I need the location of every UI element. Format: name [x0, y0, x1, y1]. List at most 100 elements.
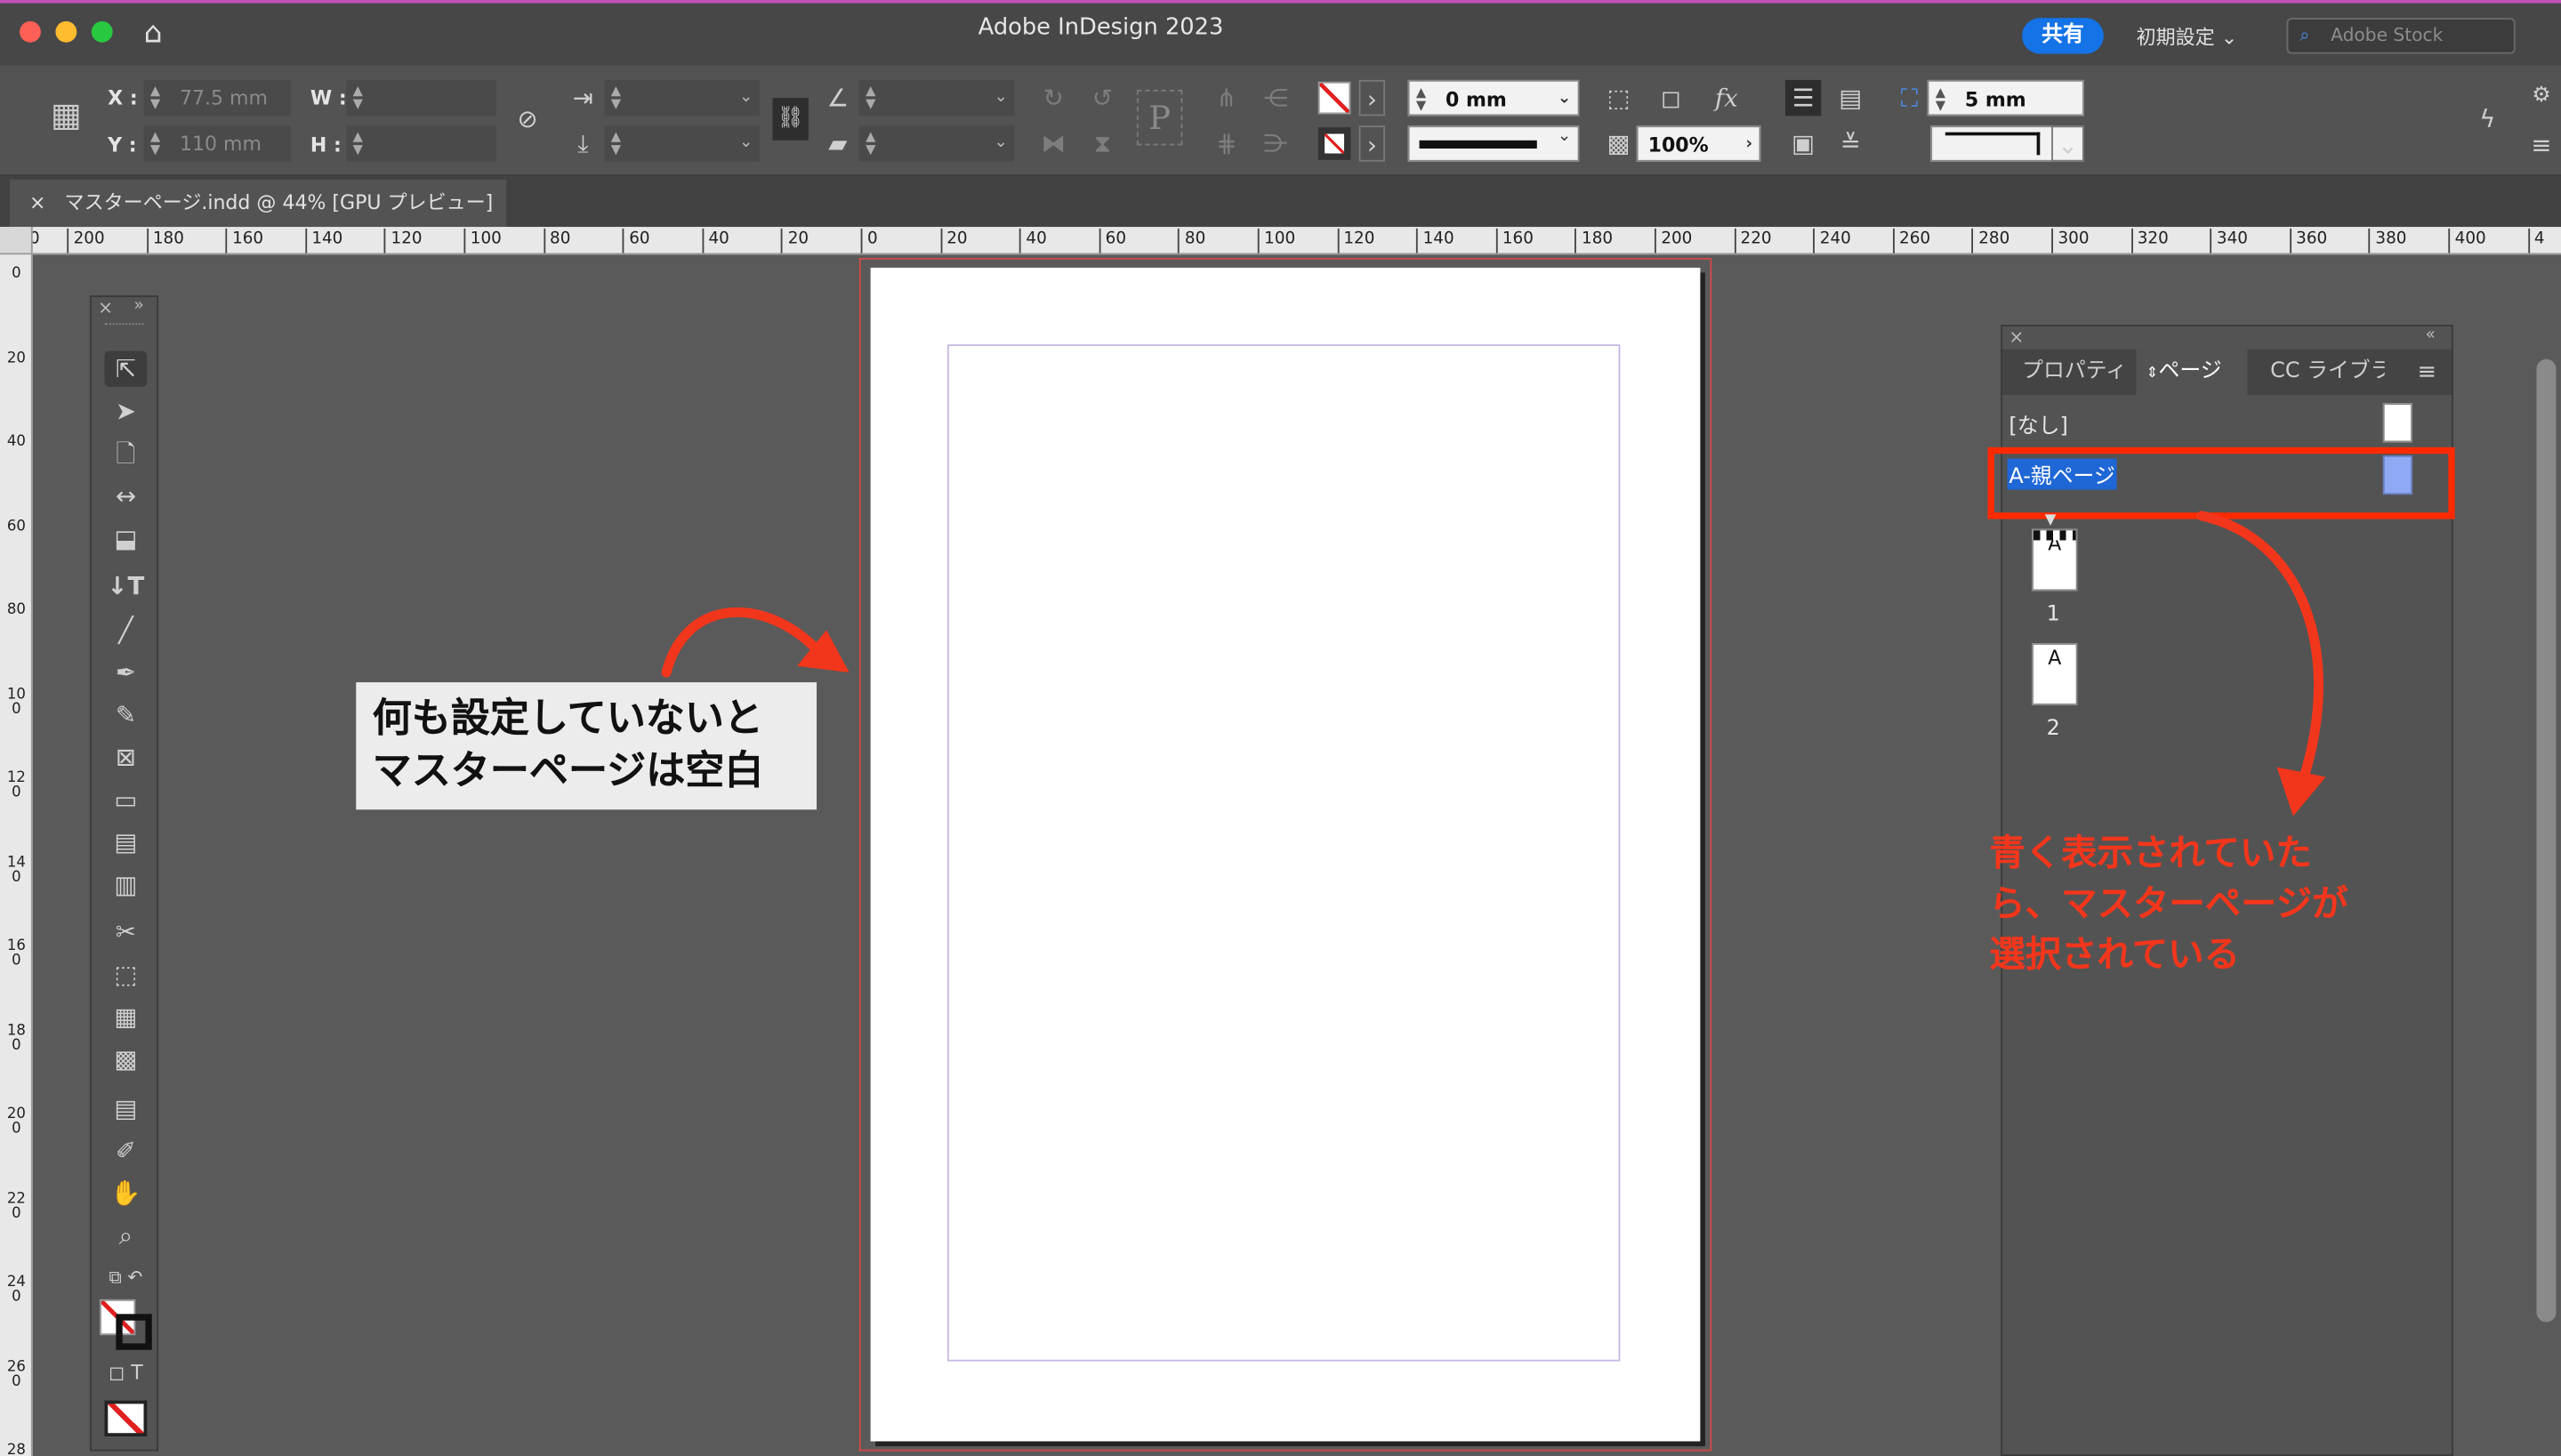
scale-x-field[interactable]: ▲ ▼ ⌄: [604, 79, 760, 117]
swap-fill-stroke-icon[interactable]: ⧉ ↶: [105, 1260, 148, 1296]
gap-tool-icon[interactable]: ↔: [105, 479, 148, 514]
select-container-icon[interactable]: ⋔: [1209, 80, 1244, 116]
rotate-cw-icon[interactable]: ↻: [1035, 80, 1071, 116]
panel-menu-icon[interactable]: ≡: [2524, 127, 2559, 163]
horizontal-grid-tool-icon[interactable]: ▤: [105, 825, 148, 860]
vertical-ruler[interactable]: 0 20 40 60 80 100 120 140 160 180 200 220 240 260 280: [0, 254, 33, 1456]
vertical-grid-tool-icon[interactable]: ▥: [105, 866, 148, 902]
opacity-icon: ▩: [1607, 128, 1631, 159]
line-tool-icon[interactable]: ╱: [105, 612, 148, 648]
effects-icon[interactable]: fx: [1709, 80, 1744, 116]
page-tool-icon[interactable]: 🗋: [105, 436, 148, 471]
ruler-origin[interactable]: [0, 227, 33, 255]
constrain-proportions-icon[interactable]: ⊘: [510, 101, 545, 137]
stroke-menu-arrow[interactable]: ›: [1358, 125, 1386, 162]
ruler-tick-label: 120: [384, 228, 423, 253]
page-thumb-2[interactable]: A: [2032, 643, 2078, 705]
gradient-swatch-tool-icon[interactable]: ▦: [105, 999, 148, 1034]
ruler-tick-label: 220: [1734, 228, 1772, 253]
close-icon[interactable]: ×: [98, 297, 113, 318]
chevron-down-icon: ⌄: [739, 88, 753, 107]
rotate-ccw-icon[interactable]: ↺: [1084, 80, 1120, 116]
rotate-field[interactable]: ▲ ▼ ⌄: [858, 79, 1015, 117]
free-transform-tool-icon[interactable]: ⬚: [105, 956, 148, 992]
stepper-icon: ⇕: [2146, 366, 2159, 382]
fill-menu-arrow[interactable]: ›: [1358, 79, 1386, 117]
close-icon[interactable]: ×: [2009, 326, 2024, 348]
rectangle-tool-icon[interactable]: ▭: [105, 782, 148, 817]
note-tool-icon[interactable]: ▤: [105, 1090, 148, 1126]
none-master-label[interactable]: [なし]: [2009, 408, 2067, 439]
w-field[interactable]: ▲ ▼: [346, 79, 497, 117]
frame-fitting-icon[interactable]: ⬚: [1600, 80, 1636, 116]
stroke-type-select[interactable]: ⌄: [1407, 125, 1580, 162]
flip-vertical-icon[interactable]: ⧗: [1084, 125, 1120, 161]
rectangle-frame-tool-icon[interactable]: ⊠: [105, 739, 148, 775]
collapse-icon[interactable]: «: [2426, 326, 2436, 344]
panel-tabs: プロパティ ⇕ページ CC ライブラ ≡: [2002, 349, 2452, 396]
scissors-tool-icon[interactable]: ✂: [105, 914, 148, 950]
panel-menu-icon[interactable]: ≡: [2417, 350, 2450, 395]
gradient-feather-tool-icon[interactable]: ▩: [105, 1042, 148, 1077]
chevron-down-icon[interactable]: ⌄: [2051, 125, 2084, 162]
stroke-line-preview: [1419, 140, 1537, 149]
opacity-field[interactable]: 100% ›: [1636, 125, 1761, 162]
tab-cc-libraries[interactable]: CC ライブラ: [2270, 350, 2385, 395]
stock-placeholder: Adobe Stock: [2331, 24, 2444, 46]
link-scale-icon[interactable]: ⛓: [772, 98, 809, 141]
corner-size-field[interactable]: ▲ ▼ 5 mm: [1927, 79, 2084, 117]
close-icon[interactable]: ×: [29, 191, 45, 214]
ruler-tick-label: 240: [1813, 228, 1851, 253]
text-wrap-box-icon[interactable]: ▤: [1832, 80, 1868, 116]
workspace-switcher[interactable]: 初期設定 ⌄: [2137, 23, 2238, 51]
hand-tool-icon[interactable]: ✋: [105, 1175, 148, 1211]
drop-shadow-icon[interactable]: ◻: [1653, 80, 1688, 116]
select-previous-icon[interactable]: ⋲: [1258, 80, 1293, 116]
fill-none-swatch[interactable]: [1317, 81, 1351, 115]
formatting-affects-icon[interactable]: ◻ T: [105, 1355, 148, 1390]
text-wrap-none-icon[interactable]: ☰: [1784, 79, 1822, 117]
select-next-icon[interactable]: ⋺: [1258, 125, 1293, 161]
text-wrap-shape-icon[interactable]: ▣: [1785, 125, 1821, 161]
collapse-icon[interactable]: »: [134, 297, 144, 315]
stroke-none-swatch[interactable]: [1317, 127, 1351, 160]
x-label: X :: [108, 86, 138, 109]
zoom-tool-icon[interactable]: ⌕: [105, 1218, 148, 1253]
tab-pages[interactable]: ⇕ページ: [2136, 349, 2248, 396]
ruler-tick-label: 180: [1574, 228, 1613, 253]
text-wrap-jump-icon[interactable]: ≚: [1832, 125, 1868, 161]
h-field[interactable]: ▲ ▼: [346, 125, 497, 162]
content-collector-icon[interactable]: ⬓: [105, 520, 148, 556]
y-field[interactable]: ▲ ▼ 110 mm: [143, 125, 291, 162]
eyedropper-tool-icon[interactable]: ✐: [105, 1133, 148, 1169]
arrow-icon: [2196, 511, 2326, 816]
select-content-icon[interactable]: ⋕: [1209, 125, 1244, 161]
corner-options-icon[interactable]: ⛶: [1891, 80, 1927, 116]
shear-field[interactable]: ▲ ▼ ⌄: [858, 125, 1015, 162]
adobe-stock-search[interactable]: ⌕ Adobe Stock: [2286, 18, 2516, 54]
stroke-swatch[interactable]: [116, 1314, 152, 1350]
reference-point-icon[interactable]: ▦: [51, 94, 82, 133]
flip-horizontal-icon[interactable]: ⧓: [1035, 125, 1071, 161]
lightning-icon[interactable]: ϟ: [2469, 101, 2505, 137]
type-tool-icon[interactable]: ↓T: [105, 568, 148, 604]
page-thumb-1[interactable]: A: [2032, 528, 2078, 591]
pencil-tool-icon[interactable]: ✎: [105, 697, 148, 733]
stepper-icon: ▲ ▼: [866, 128, 876, 157]
tab-properties[interactable]: プロパティ: [2022, 350, 2153, 395]
x-field[interactable]: ▲ ▼ 77.5 mm: [143, 79, 291, 117]
grip-icon[interactable]: [104, 323, 144, 328]
horizontal-ruler[interactable]: 0 200 180 160 140 120 100 80 60 40 20 0 20 40 60 80 100 1…: [0, 227, 2561, 255]
direct-selection-tool-icon[interactable]: ➤: [105, 393, 148, 429]
stroke-weight-field[interactable]: ▲ ▼ 0 mm ⌄: [1407, 79, 1580, 117]
apply-none-icon[interactable]: [104, 1400, 148, 1436]
pen-tool-icon[interactable]: ✒: [105, 655, 148, 690]
document-tab[interactable]: × マスターページ.indd @ 44% [GPU プレビュー]: [10, 179, 507, 228]
vertical-scrollbar[interactable]: [2536, 358, 2557, 1323]
ruler-tick-label: 80: [543, 228, 570, 253]
none-master-thumb[interactable]: [2382, 403, 2412, 443]
gear-icon[interactable]: ⚙: [2524, 78, 2559, 114]
scale-y-field[interactable]: ▲ ▼ ⌄: [604, 125, 760, 162]
selection-tool-icon[interactable]: ⇱: [104, 350, 148, 387]
share-button[interactable]: 共有: [2022, 18, 2104, 54]
